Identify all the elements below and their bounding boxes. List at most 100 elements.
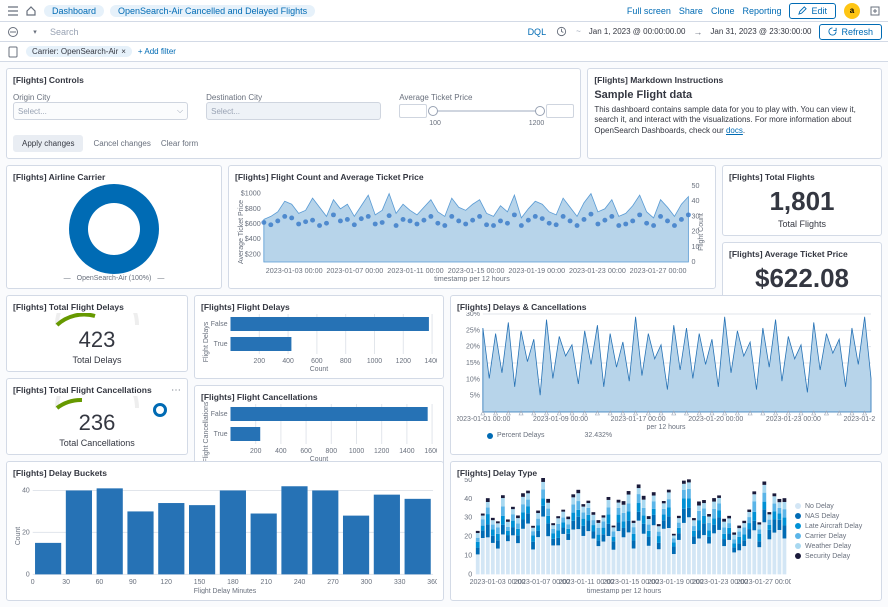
search-input[interactable]: Search (50, 27, 520, 37)
panel-title: [Flights] Total Flight Cancellations (13, 385, 181, 395)
panel-title: [Flights] Flight Delays (201, 302, 437, 312)
panel-menu-icon[interactable]: ⋯ (169, 383, 183, 397)
svg-text:270: 270 (327, 579, 339, 586)
svg-text:True: True (214, 431, 228, 438)
panel-title: [Flights] Total Flight Delays (13, 302, 181, 312)
reporting-link[interactable]: Reporting (742, 6, 781, 16)
delay-buckets-chart: 020400306090120150180210240270300330360F… (13, 478, 437, 594)
svg-text:False: False (211, 321, 228, 328)
avg-price-value: $622.08 (729, 263, 875, 294)
svg-text:30: 30 (464, 515, 472, 522)
svg-text:30: 30 (62, 579, 70, 586)
close-icon[interactable]: × (121, 47, 126, 56)
panel-flight-delays: [Flights] Flight Delays 2004006008001000… (194, 295, 444, 379)
filter-pill[interactable]: Carrier: OpenSearch-Air× (26, 46, 132, 57)
panel-delay-buckets: [Flights] Delay Buckets 0204003060901201… (6, 461, 444, 601)
svg-text:0: 0 (31, 579, 35, 586)
svg-text:$200: $200 (245, 250, 261, 258)
clear-form-button[interactable]: Clear form (161, 139, 198, 148)
price-slider[interactable] (399, 102, 574, 120)
refresh-button[interactable]: Refresh (819, 24, 882, 40)
svg-text:120: 120 (160, 579, 172, 586)
panel-airline-carrier: [Flights] Airline Carrier — OpenSearch-A… (6, 165, 222, 289)
panel-title: [Flights] Controls (13, 75, 574, 85)
breadcrumb-root[interactable]: Dashboard (44, 5, 104, 17)
panel-markdown: [Flights] Markdown Instructions Sample F… (587, 68, 882, 159)
avatar[interactable]: a (844, 3, 860, 19)
svg-text:60: 60 (96, 579, 104, 586)
panel-title: [Flights] Delay Buckets (13, 468, 437, 478)
home-icon[interactable] (24, 4, 38, 18)
total-flights-value: 1,801 (729, 186, 875, 217)
svg-text:$600: $600 (245, 220, 261, 228)
svg-text:timestamp per 12 hours: timestamp per 12 hours (434, 275, 510, 282)
total-flights-label: Total Flights (729, 219, 875, 229)
svg-text:50: 50 (464, 478, 472, 484)
clone-link[interactable]: Clone (711, 6, 735, 16)
svg-text:25%: 25% (466, 327, 480, 334)
dest-city-select[interactable]: Select... (206, 102, 381, 120)
menu-icon[interactable] (6, 4, 20, 18)
svg-text:0: 0 (691, 258, 695, 266)
new-tab-icon[interactable] (868, 4, 882, 18)
svg-text:per 12 hours: per 12 hours (646, 424, 686, 430)
filter-toggle-icon[interactable] (6, 25, 20, 39)
svg-text:Flight Delays: Flight Delays (203, 321, 210, 362)
panel-title: [Flights] Total Flights (729, 172, 875, 182)
svg-text:600: 600 (311, 358, 323, 365)
svg-text:2023-01-20 00:00: 2023-01-20 00:00 (688, 416, 743, 423)
share-link[interactable]: Share (679, 6, 703, 16)
flight-cancel-chart: 2004006008001000120014001600FalseTrueCou… (201, 402, 437, 462)
clock-icon (554, 25, 568, 39)
panel-controls: [Flights] Controls Origin City Select...… (6, 68, 581, 159)
total-delays-value: 423 (79, 327, 116, 353)
svg-text:2023-01-01 00:00: 2023-01-01 00:00 (457, 416, 510, 423)
svg-text:15%: 15% (466, 360, 480, 367)
cancel-changes-button[interactable]: Cancel changes (93, 139, 150, 148)
svg-text:400: 400 (275, 448, 287, 455)
svg-text:timestamp per 12 hours: timestamp per 12 hours (587, 588, 662, 594)
svg-text:$400: $400 (245, 235, 261, 243)
panel-title: [Flights] Average Ticket Price (729, 249, 875, 259)
time-to[interactable]: Jan 31, 2023 @ 23:30:00:00 (710, 27, 811, 36)
docs-link[interactable]: docs (726, 126, 743, 135)
svg-text:1200: 1200 (396, 358, 411, 365)
edit-button[interactable]: Edit (789, 3, 836, 19)
svg-text:2023-01-27 00:00: 2023-01-27 00:00 (737, 579, 791, 586)
fullscreen-link[interactable]: Full screen (627, 6, 671, 16)
svg-text:20: 20 (464, 534, 472, 541)
svg-text:2023-01-11 00:00: 2023-01-11 00:00 (387, 267, 443, 275)
svg-text:800: 800 (340, 358, 352, 365)
origin-city-select[interactable]: Select...⌵ (13, 102, 188, 120)
svg-text:40: 40 (464, 496, 472, 503)
svg-text:Count: Count (310, 366, 328, 372)
markdown-body: This dashboard contains sample data for … (594, 105, 875, 136)
svg-text:2023-01-09 00:00: 2023-01-09 00:00 (533, 416, 588, 423)
svg-text:240: 240 (294, 579, 306, 586)
chevron-down-icon[interactable]: ▾ (28, 25, 42, 39)
svg-text:330: 330 (394, 579, 406, 586)
add-filter-link[interactable]: + Add filter (138, 47, 176, 56)
svg-text:$1000: $1000 (241, 190, 261, 198)
dql-toggle[interactable]: DQL (528, 27, 547, 37)
svg-text:40: 40 (22, 487, 30, 494)
svg-text:150: 150 (194, 579, 206, 586)
panel-title: [Flights] Flight Cancellations (201, 392, 437, 402)
total-cancel-value: 236 (79, 410, 116, 436)
svg-text:2023-01-15 00:00: 2023-01-15 00:00 (448, 267, 505, 275)
markdown-heading: Sample Flight data (594, 89, 875, 101)
svg-text:1600: 1600 (424, 448, 437, 455)
panel-total-delays: [Flights] Total Flight Delays 423 Total … (6, 295, 188, 372)
saved-query-icon[interactable] (6, 45, 20, 59)
time-from[interactable]: Jan 1, 2023 @ 00:00:00.00 (589, 27, 686, 36)
svg-text:200: 200 (250, 448, 262, 455)
svg-text:2023-01-19 00:00: 2023-01-19 00:00 (508, 267, 565, 275)
svg-text:1400: 1400 (399, 448, 414, 455)
panel-delays-cancel: [Flights] Delays & Cancellations 5%10%15… (450, 295, 882, 455)
apply-changes-button[interactable]: Apply changes (13, 135, 83, 152)
svg-text:2023-01-23 00:00: 2023-01-23 00:00 (569, 267, 626, 275)
panel-total-cancel: [Flights] Total Flight Cancellations ⋯ 2… (6, 378, 188, 455)
svg-text:210: 210 (260, 579, 272, 586)
svg-text:180: 180 (227, 579, 239, 586)
breadcrumb-page[interactable]: OpenSearch-Air Cancelled and Delayed Fli… (110, 5, 315, 17)
